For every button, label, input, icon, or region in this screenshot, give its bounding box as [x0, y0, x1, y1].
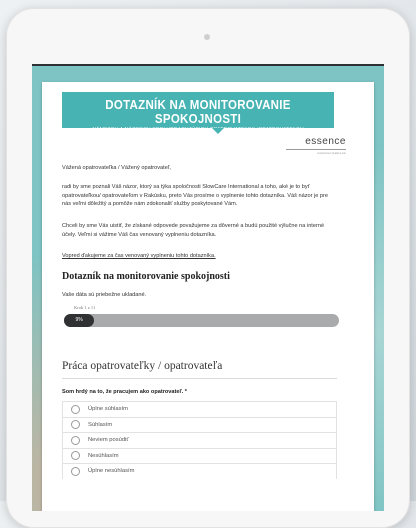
progress-fill: 9% [64, 314, 95, 327]
logo-underline [286, 149, 346, 150]
banner-subtitle: NÁMETOV A NÁZOROV SPOLUPRACUJÚCICH OPATR… [92, 127, 304, 133]
option-uplne-suhlasim[interactable]: Úplne súhlasím [62, 401, 337, 417]
logo-tagline: communications [317, 151, 346, 155]
section-title: Práca opatrovateľky / opatrovateľa [62, 360, 223, 372]
radio-button[interactable] [71, 404, 80, 414]
radio-button[interactable] [71, 466, 80, 476]
logo-word: essence [305, 136, 346, 147]
option-suhlasim[interactable]: Súhlasím [62, 416, 337, 432]
autosave-note: Vaše dáta sú priebežne ukladané. [62, 292, 147, 298]
progress-bar: 9% [64, 314, 339, 327]
option-uplne-nesuhlasim[interactable]: Úplne nesúhlasím [62, 463, 337, 479]
option-label: Neviem posúdiť [88, 437, 129, 444]
option-label: Nesúhlasím [88, 452, 119, 459]
radio-button[interactable] [71, 435, 80, 445]
section-divider [62, 378, 337, 379]
thanks-note: Vopred ďakujeme za čas venovaný vyplneni… [62, 253, 216, 259]
question-label: Som hrdý na to, že pracujem ako opatrova… [62, 389, 187, 395]
intro-paragraph: radi by sme poznali Váš názor, ktorý sa … [62, 184, 329, 208]
radio-button[interactable] [71, 451, 80, 461]
tablet-frame: DOTAZNÍK NA MONITOROVANIE SPOKOJNOSTI NÁ… [6, 8, 410, 528]
tablet-screen: DOTAZNÍK NA MONITOROVANIE SPOKOJNOSTI NÁ… [32, 64, 384, 511]
option-neviem-posudit[interactable]: Neviem posúdiť [62, 432, 337, 448]
essence-logo: essence communications [286, 137, 346, 155]
answer-options: Úplne súhlasím Súhlasím Neviem posúdiť N… [62, 401, 337, 479]
survey-banner: DOTAZNÍK NA MONITOROVANIE SPOKOJNOSTI NÁ… [62, 92, 334, 134]
banner-pointer [212, 128, 224, 134]
option-nesuhlasim[interactable]: Nesúhlasím [62, 447, 337, 463]
form-title: Dotazník na monitorovanie spokojnosti [62, 271, 230, 282]
step-indicator: Krok 1 z 11 [74, 305, 96, 310]
camera-dot [204, 34, 210, 40]
option-label: Súhlasím [88, 421, 113, 428]
banner-title: DOTAZNÍK NA MONITOROVANIE SPOKOJNOSTI [105, 98, 291, 126]
option-label: Úplne súhlasím [88, 406, 128, 413]
radio-button[interactable] [71, 420, 80, 430]
greeting-text: Vážená opatrovateľka / Vážený opatrovate… [62, 165, 171, 171]
confidentiality-paragraph: Chceli by sme Vás uistiť, že získané odp… [62, 223, 325, 238]
option-label: Úplne nesúhlasím [88, 468, 135, 475]
